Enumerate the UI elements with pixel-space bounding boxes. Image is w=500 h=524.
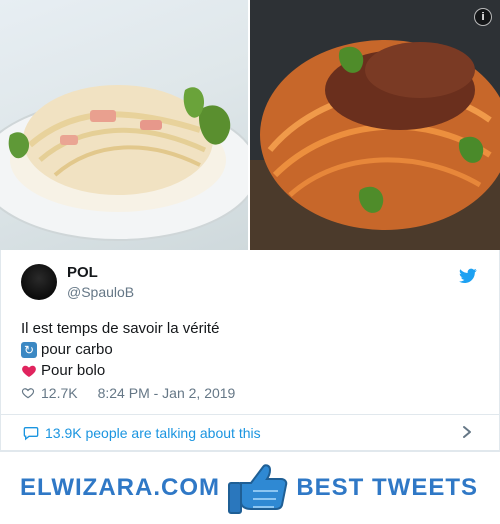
tweet-timestamp[interactable]: 8:24 PM - Jan 2, 2019 — [98, 385, 236, 401]
tweet-meta: 12.7K 8:24 PM - Jan 2, 2019 — [21, 385, 235, 401]
tweet-line: Pour bolo — [21, 360, 219, 381]
bolognese-illustration — [250, 0, 500, 250]
site-brand[interactable]: ELWIZARA.COM — [20, 474, 220, 502]
like-count[interactable]: 12.7K — [41, 385, 78, 401]
photo-bolognese[interactable]: i — [250, 0, 500, 250]
author-name[interactable]: POL — [67, 264, 98, 281]
photo-carbonara[interactable] — [0, 0, 248, 250]
best-tweets-label: BEST TWEETS — [296, 474, 478, 501]
footer-banner: ELWIZARA.COM BEST TWEETS — [0, 452, 500, 524]
twitter-bird-icon[interactable] — [459, 268, 477, 284]
tweet-line: ↻ pour carbo — [21, 339, 219, 360]
chevron-right-icon[interactable] — [461, 425, 473, 439]
conversation-link[interactable]: 13.9K people are talking about this — [45, 425, 261, 441]
like-heart-icon[interactable] — [21, 386, 35, 400]
info-icon[interactable]: i — [474, 8, 492, 26]
red-heart-emoji-icon — [22, 365, 36, 377]
chat-bubble-icon — [23, 427, 39, 441]
carbonara-illustration — [0, 85, 248, 241]
tweet-line-2: pour carbo — [41, 341, 113, 358]
thumbs-up-icon — [228, 464, 288, 514]
tweet-line: Il est temps de savoir la vérité — [21, 318, 219, 339]
media-strip: i — [0, 0, 500, 250]
conversation-bar[interactable]: 13.9K people are talking about this — [0, 414, 500, 452]
tweet-line-3: Pour bolo — [41, 362, 106, 379]
author-handle[interactable]: @SpauloB — [67, 284, 134, 300]
repeat-emoji-icon: ↻ — [21, 341, 37, 358]
avatar[interactable] — [21, 264, 57, 300]
tweet-text: Il est temps de savoir la vérité ↻ pour … — [21, 318, 219, 381]
tweet-line-1: Il est temps de savoir la vérité — [21, 320, 220, 337]
